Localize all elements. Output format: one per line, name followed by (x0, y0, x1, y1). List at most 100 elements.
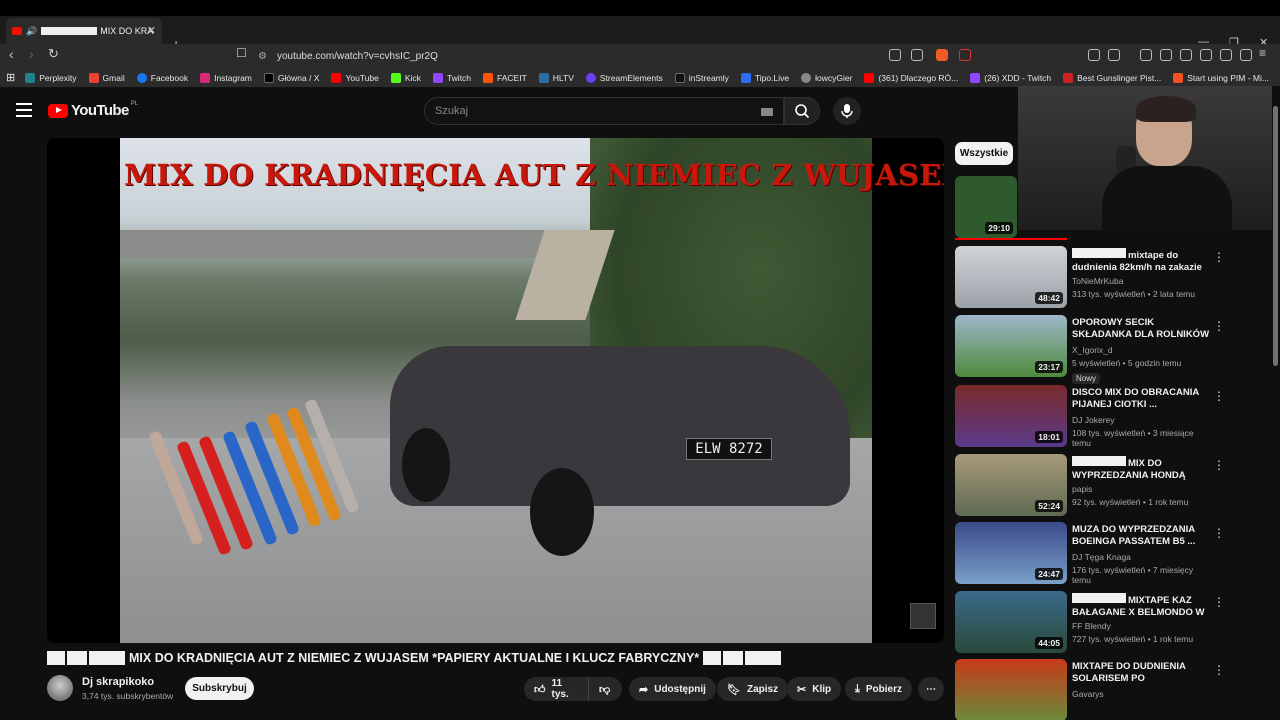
save-button[interactable]: 🔖︎ Zapisz (717, 677, 789, 701)
channel-watermark[interactable] (910, 603, 936, 629)
search-input[interactable]: Szukaj (424, 97, 784, 125)
bookmark-streamelements[interactable]: StreamElements (585, 72, 663, 83)
more-vert-icon[interactable]: ⋮ (1213, 389, 1225, 403)
voice-search-button[interactable] (833, 97, 861, 125)
bookmark-youtube-video[interactable]: (361) Dlaczego RÓ... (864, 72, 958, 83)
more-vert-icon[interactable]: ⋮ (1213, 458, 1225, 472)
bookmark-pim[interactable]: Start using PIM - Mi... (1173, 72, 1269, 83)
screenshot-icon[interactable] (1160, 49, 1172, 61)
apps-grid-icon[interactable]: ⊞ (6, 71, 15, 84)
recommended-video[interactable]: 18:01 DISCO MIX DO OBRACANIA PIJANEJ CIO… (955, 385, 1271, 449)
bookmark-facebook[interactable]: Facebook (136, 72, 188, 83)
youtube-logo[interactable]: YouTube PL (48, 101, 138, 119)
video-thumbnail: 29:10 (955, 176, 1017, 238)
more-vert-icon[interactable]: ⋮ (1213, 319, 1225, 333)
keyboard-icon[interactable] (761, 108, 773, 116)
share-page-icon[interactable] (911, 49, 923, 61)
search-button[interactable] (784, 97, 820, 125)
recommended-video[interactable]: 52:24 MIX DO WYPRZEDZANIA HONDĄ CIVI... … (955, 454, 1271, 518)
gmail-icon (88, 72, 99, 83)
speaker-icon[interactable]: 🔊 (26, 26, 37, 37)
close-tab-icon[interactable]: ✕ (147, 24, 156, 37)
subscribe-button[interactable]: Subskrybuj (185, 677, 254, 700)
redacted-emoji (67, 651, 87, 665)
more-vert-icon[interactable]: ⋮ (1213, 526, 1225, 540)
bookmark-lowcygier[interactable]: łowcyGier (801, 72, 852, 83)
bookmark-instagram[interactable]: Instagram (200, 72, 252, 83)
more-icon: ⋯ (926, 683, 936, 695)
youtube-icon (864, 72, 875, 83)
video-stats: 313 tys. wyświetleń • 2 lata temu (1072, 289, 1195, 299)
site-settings-icon[interactable]: ⚙ (258, 51, 267, 62)
recommended-video[interactable]: 24:47 MUZA DO WYPRZEDZANIA BOEINGA PASSA… (955, 522, 1271, 586)
hamburger-menu-icon[interactable] (16, 103, 32, 121)
duration-badge: 18:01 (1035, 431, 1063, 443)
thumbs-down-icon: 👎︎ (599, 683, 611, 696)
more-vert-icon[interactable]: ⋮ (1213, 595, 1225, 609)
channel-avatar[interactable] (47, 675, 73, 701)
video-stats: 108 tys. wyświetleń • 3 miesiące temu (1072, 428, 1194, 448)
video-player[interactable]: ELW 8272 MIX DO KRADNIĘCIA AUT Z NIEMIEC… (47, 138, 944, 643)
more-vert-icon[interactable]: ⋮ (1213, 250, 1225, 264)
scrollbar-thumb[interactable] (1273, 106, 1278, 366)
brave-shield-icon[interactable] (936, 49, 948, 61)
recommended-video[interactable]: MIXTAPE DO DUDNIENIA SOLARISEM PO CHRZAN… (955, 659, 1271, 720)
downloads-icon[interactable] (1140, 49, 1152, 61)
browser-tab-bar: 🔊 MIX DO KRA ✕ + — ❐ ✕ (0, 16, 1280, 52)
recommended-video[interactable]: 23:17 OPOROWY SECIK SKŁADANKA DLA ROLNIK… (955, 315, 1271, 384)
video-thumbnail: 24:47 (955, 522, 1067, 584)
dislike-button[interactable]: 👎︎ (588, 677, 622, 701)
channel-name[interactable]: Dj skrapikoko (82, 676, 173, 688)
share-button[interactable]: ➦ Udostępnij (629, 677, 716, 701)
thumbs-up-icon: 👍︎ (534, 683, 546, 696)
video-thumbnail: 52:24 (955, 454, 1067, 516)
bookmark-x[interactable]: Główna / X (263, 72, 319, 83)
rewards-icon[interactable] (959, 49, 971, 61)
channel-name: FF Blendy (1072, 621, 1111, 631)
cast-icon[interactable] (889, 49, 901, 61)
bookmark-youtube[interactable]: YouTube (331, 72, 379, 83)
bookmark-tipo[interactable]: Tipo.Live (740, 72, 789, 83)
bookmark-kick[interactable]: Kick (390, 72, 421, 83)
bookmark-perplexity[interactable]: Perplexity (25, 72, 77, 83)
reload-icon[interactable]: ↻ (48, 46, 59, 62)
download-button[interactable]: ⤓ Pobierz (845, 677, 912, 701)
extensions-icon[interactable] (1088, 49, 1100, 61)
reading-mode-icon[interactable] (1108, 49, 1120, 61)
page-scrollbar[interactable] (1272, 86, 1280, 720)
like-button[interactable]: 👍︎ 11 tys. (524, 677, 588, 701)
bookmark-faceit[interactable]: FACEIT (483, 72, 527, 83)
youtube-favicon-icon (12, 27, 22, 35)
clip-button[interactable]: ✂ Klip (787, 677, 842, 701)
browser-tab-active[interactable]: 🔊 MIX DO KRA ✕ (6, 18, 162, 44)
url-field[interactable]: ⚙ youtube.com/watch?v=cvhsIC_pr2Q (258, 47, 986, 65)
bridge (120, 230, 550, 258)
sidebar-icon[interactable] (1180, 49, 1192, 61)
redacted-emoji (1072, 593, 1126, 603)
tipo-icon (740, 72, 751, 83)
more-vert-icon[interactable]: ⋮ (1213, 663, 1225, 677)
wallet-icon[interactable] (1200, 49, 1212, 61)
bookmark-gmail[interactable]: Gmail (88, 72, 125, 83)
recommended-video[interactable]: 29:10 (955, 176, 1271, 240)
vpn-icon[interactable] (1240, 49, 1252, 61)
microsoft-icon (1173, 72, 1184, 83)
bookmark-twitch-xdd[interactable]: (26) XDD - Twitch (970, 72, 1051, 83)
channel-name: ToNieMrKuba (1072, 276, 1124, 286)
bookmark-twitch[interactable]: Twitch (432, 72, 471, 83)
video-stats: 176 tys. wyświetleń • 7 miesięcy temu (1072, 565, 1194, 585)
bookmark-icon[interactable]: ☐ (236, 46, 247, 60)
filter-chip-all[interactable]: Wszystkie (955, 142, 1013, 165)
bookmark-hltv[interactable]: HLTV (538, 72, 574, 83)
back-icon[interactable]: ‹ (9, 46, 14, 62)
license-plate: ELW 8272 (686, 438, 772, 460)
more-actions-button[interactable]: ⋯ (918, 677, 944, 701)
recommended-video[interactable]: 48:42 mixtape do dudnienia 82km/h na zak… (955, 246, 1271, 310)
browser-menu-icon[interactable]: ≡ (1259, 46, 1266, 60)
bookmark-gunslinger[interactable]: Best Gunslinger Pist... (1063, 72, 1161, 83)
leo-ai-icon[interactable] (1220, 49, 1232, 61)
channel-name: DJ Tęga Knaga (1072, 552, 1131, 562)
forward-icon[interactable]: › (29, 46, 34, 62)
recommended-video[interactable]: 44:05 MIXTAPE KAZ BAŁAGANE X BELMONDO W … (955, 591, 1271, 655)
bookmark-instreamly[interactable]: inStreamly (674, 72, 729, 83)
